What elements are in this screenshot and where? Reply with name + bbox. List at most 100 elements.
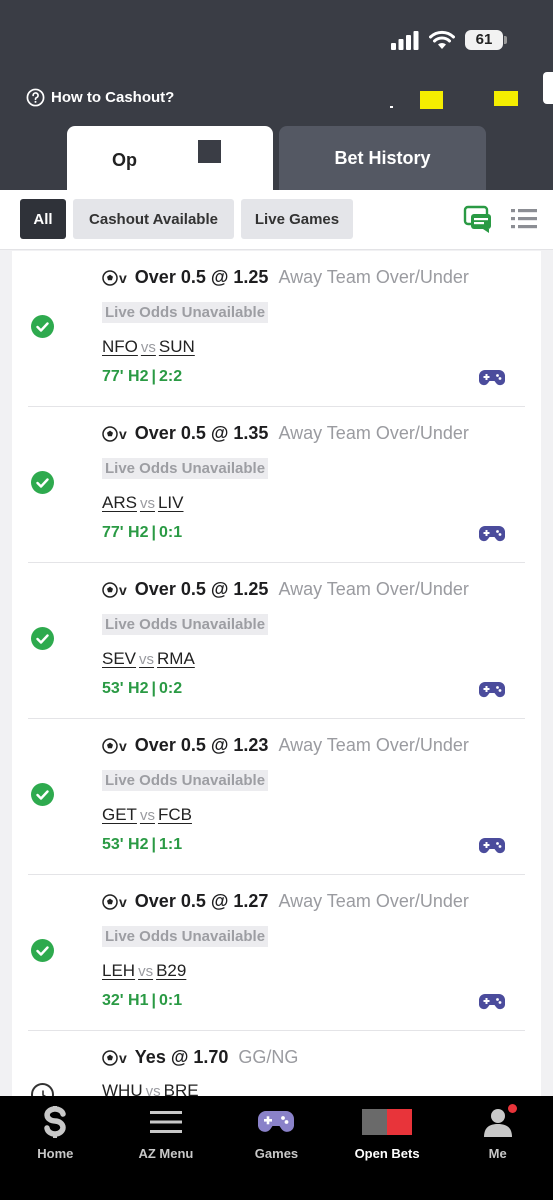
away-team: BRE bbox=[163, 1081, 199, 1096]
redaction-mark bbox=[390, 106, 393, 108]
vs-label: vs bbox=[139, 495, 155, 512]
how-to-cashout-label: How to Cashout? bbox=[51, 89, 175, 106]
bet-won-check-icon bbox=[31, 939, 54, 962]
notification-dot bbox=[507, 1104, 517, 1113]
match-live-score: 77' H2 | 2:2 bbox=[102, 368, 183, 385]
live-odds-badge: Live Odds Unavailable bbox=[102, 614, 269, 635]
bet-card[interactable]: v Over 0.5 @ 1.25 Away Team Over/Under L… bbox=[28, 251, 525, 407]
nav-az-menu-label: AZ Menu bbox=[138, 1146, 194, 1161]
bet-pick: Over 0.5 @ 1.25 bbox=[134, 579, 269, 599]
nav-az-menu[interactable]: AZ Menu bbox=[111, 1096, 222, 1200]
redaction-mark bbox=[543, 72, 553, 104]
nav-home[interactable]: Home bbox=[0, 1096, 111, 1200]
tab-bet-history[interactable]: Bet History bbox=[279, 126, 486, 190]
tab-open-bets[interactable]: Op bbox=[67, 126, 273, 190]
signal-icon bbox=[391, 31, 419, 50]
bet-pick: Yes @ 1.70 bbox=[134, 1047, 229, 1067]
match-teams-link[interactable]: SEV vs RMA bbox=[102, 649, 195, 669]
redaction-mark bbox=[494, 91, 518, 106]
hamburger-menu-icon bbox=[149, 1111, 182, 1133]
bet-selection: v Over 0.5 @ 1.25 Away Team Over/Under bbox=[102, 267, 469, 288]
match-teams-link[interactable]: LEH vs B29 bbox=[102, 961, 186, 981]
bet-pick: Over 0.5 @ 1.25 bbox=[134, 267, 269, 287]
wifi-icon bbox=[429, 30, 455, 49]
match-live-score: 77' H2 | 0:1 bbox=[102, 524, 183, 541]
nav-open-bets-label: Open Bets bbox=[354, 1146, 420, 1161]
home-team: WHU bbox=[102, 1081, 143, 1096]
football-icon: v bbox=[102, 582, 127, 598]
filter-live-games-chip[interactable]: Live Games bbox=[241, 199, 353, 239]
bet-card[interactable]: v Yes @ 1.70 GG/NG WHU vs BRE bbox=[28, 1031, 525, 1096]
bet-card[interactable]: v Over 0.5 @ 1.23 Away Team Over/Under L… bbox=[28, 719, 525, 875]
tab-open-bets-label: Op bbox=[112, 150, 137, 170]
away-team: SUN bbox=[158, 337, 195, 356]
live-odds-badge: Live Odds Unavailable bbox=[102, 302, 269, 323]
gamepad-icon[interactable] bbox=[479, 369, 505, 387]
bet-selection: v Over 0.5 @ 1.23 Away Team Over/Under bbox=[102, 735, 469, 756]
football-icon: v bbox=[102, 270, 127, 286]
bet-pick: Over 0.5 @ 1.27 bbox=[134, 891, 269, 911]
home-team: SEV bbox=[102, 649, 137, 668]
match-score: 0:2 bbox=[158, 680, 183, 697]
nav-games-label: Games bbox=[254, 1146, 299, 1161]
bet-won-check-icon bbox=[31, 783, 54, 806]
nav-me[interactable]: Me bbox=[442, 1096, 553, 1200]
nav-open-bets[interactable]: Open Bets bbox=[332, 1096, 443, 1200]
app-header: 61 How to Cashout? Op Bet History bbox=[0, 0, 553, 190]
match-time: 77' H2 bbox=[102, 524, 149, 541]
bet-market: Away Team Over/Under bbox=[278, 267, 469, 287]
nav-games[interactable]: Games bbox=[221, 1096, 332, 1200]
redaction-mark bbox=[198, 140, 221, 163]
gamepad-icon[interactable] bbox=[479, 837, 505, 855]
bet-card[interactable]: v Over 0.5 @ 1.35 Away Team Over/Under L… bbox=[28, 407, 525, 563]
match-live-score: 32' H1 | 0:1 bbox=[102, 992, 183, 1009]
battery-indicator: 61 bbox=[465, 30, 507, 50]
gamepad-icon[interactable] bbox=[479, 993, 505, 1011]
home-team: LEH bbox=[102, 961, 136, 980]
match-live-score: 53' H2 | 1:1 bbox=[102, 836, 183, 853]
away-team: RMA bbox=[157, 649, 195, 668]
bet-won-check-icon bbox=[31, 315, 54, 338]
tab-bet-history-label: Bet History bbox=[334, 147, 431, 168]
match-score: 0:1 bbox=[158, 992, 183, 1009]
bet-market: Away Team Over/Under bbox=[278, 735, 469, 755]
bet-selection: v Over 0.5 @ 1.25 Away Team Over/Under bbox=[102, 579, 469, 600]
gamepad-icon[interactable] bbox=[479, 525, 505, 543]
match-time: 32' H1 bbox=[102, 992, 149, 1009]
football-icon: v bbox=[102, 738, 127, 754]
bet-selection: v Yes @ 1.70 GG/NG bbox=[102, 1047, 298, 1068]
vs-label: vs bbox=[140, 339, 156, 356]
bet-pending-clock-icon bbox=[31, 1083, 54, 1096]
gamepad-icon[interactable] bbox=[479, 681, 505, 699]
bet-card[interactable]: v Over 0.5 @ 1.25 Away Team Over/Under L… bbox=[28, 563, 525, 719]
match-time: 77' H2 bbox=[102, 368, 149, 385]
status-bar: 61 bbox=[391, 30, 507, 50]
nav-home-label: Home bbox=[37, 1146, 74, 1161]
match-teams-link[interactable]: NFO vs SUN bbox=[102, 337, 195, 357]
live-odds-badge: Live Odds Unavailable bbox=[102, 770, 269, 791]
football-icon: v bbox=[102, 426, 127, 442]
bet-card[interactable]: v Over 0.5 @ 1.27 Away Team Over/Under L… bbox=[28, 875, 525, 1031]
filter-all-chip[interactable]: All bbox=[20, 199, 66, 239]
home-team: ARS bbox=[102, 493, 137, 512]
bet-pick: Over 0.5 @ 1.23 bbox=[134, 735, 269, 755]
match-score: 1:1 bbox=[158, 836, 183, 853]
view-toggle bbox=[463, 205, 537, 233]
match-teams-link[interactable]: WHU vs BRE bbox=[102, 1081, 199, 1096]
help-icon bbox=[26, 88, 45, 107]
football-icon: v bbox=[102, 1050, 127, 1066]
match-teams-link[interactable]: ARS vs LIV bbox=[102, 493, 184, 513]
match-teams-link[interactable]: GET vs FCB bbox=[102, 805, 192, 825]
home-team: NFO bbox=[102, 337, 138, 356]
bet-selection: v Over 0.5 @ 1.27 Away Team Over/Under bbox=[102, 891, 469, 912]
bet-pick: Over 0.5 @ 1.35 bbox=[134, 423, 269, 443]
card-view-icon[interactable] bbox=[463, 205, 493, 233]
list-view-icon[interactable] bbox=[511, 207, 537, 231]
bet-market: GG/NG bbox=[238, 1047, 299, 1067]
live-odds-badge: Live Odds Unavailable bbox=[102, 458, 269, 479]
bet-won-check-icon bbox=[31, 627, 54, 650]
filter-cashout-chip[interactable]: Cashout Available bbox=[73, 199, 234, 239]
bet-market: Away Team Over/Under bbox=[278, 891, 469, 911]
vs-label: vs bbox=[139, 807, 155, 824]
how-to-cashout-link[interactable]: How to Cashout? bbox=[26, 88, 174, 107]
